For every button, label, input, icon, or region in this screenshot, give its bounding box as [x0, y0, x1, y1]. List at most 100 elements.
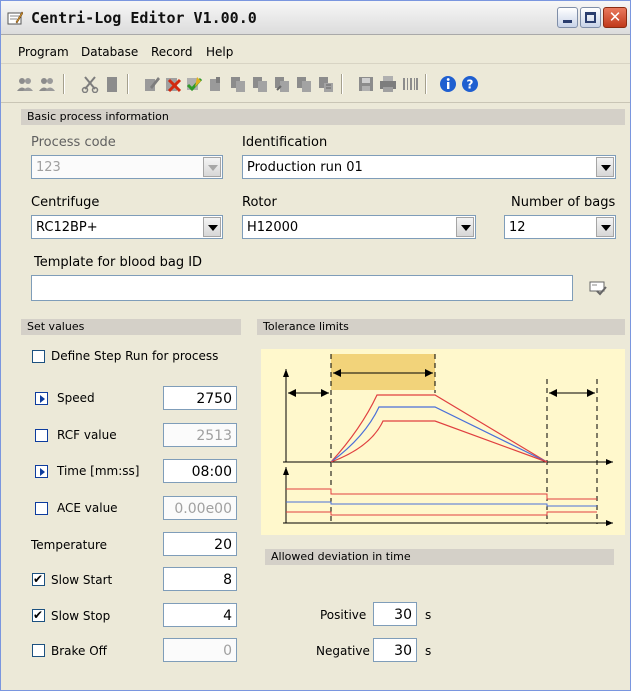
users-icon[interactable]: [16, 75, 34, 93]
rcf-square-icon[interactable]: [35, 429, 48, 442]
identification-value: Production run 01: [247, 160, 363, 175]
template-edit-icon[interactable]: [589, 278, 607, 296]
brake-off-checkbox[interactable]: [32, 644, 45, 657]
validate-icon[interactable]: [185, 75, 203, 93]
slow-stop-label: Slow Stop: [51, 609, 111, 623]
doc-arrow-icon[interactable]: [273, 75, 291, 93]
rcf-label: RCF value: [57, 428, 117, 442]
identification-combo[interactable]: Production run 01: [242, 155, 616, 179]
rcf-input: 2513: [163, 423, 237, 447]
ace-label: ACE value: [57, 501, 118, 515]
lower-limit-curve: [330, 420, 548, 463]
process-code-value: 123: [36, 160, 61, 175]
basic-info-header: Basic process information: [21, 109, 625, 125]
toolbar: ?: [1, 65, 630, 103]
time-play-icon[interactable]: [35, 465, 48, 478]
users-disabled-icon[interactable]: [38, 75, 56, 93]
brake-off-label: Brake Off: [51, 644, 107, 658]
title-bar[interactable]: Centri-Log Editor V1.00.0 ✕: [1, 1, 630, 35]
slow-start-value: 8: [223, 572, 232, 588]
negative-input[interactable]: 30: [373, 638, 417, 662]
app-icon: [7, 11, 23, 25]
brake-off-input: 0: [163, 638, 237, 662]
menu-program[interactable]: Program: [18, 45, 69, 59]
set-values-header: Set values: [21, 319, 241, 335]
centrifuge-combo[interactable]: RC12BP+: [31, 215, 223, 239]
axis-arrow-icon: [606, 520, 613, 526]
temperature-value: 20: [214, 537, 232, 553]
window-title: Centri-Log Editor V1.00.0: [31, 9, 257, 27]
chevron-down-icon[interactable]: [596, 157, 614, 177]
maximize-button[interactable]: [580, 7, 601, 28]
rotor-combo[interactable]: H12000: [242, 215, 476, 239]
close-icon: ✕: [608, 8, 622, 26]
speed-play-icon[interactable]: [35, 392, 48, 405]
minimize-button[interactable]: [557, 7, 578, 28]
negative-unit: s: [425, 644, 432, 658]
rotor-value: H12000: [247, 220, 299, 235]
tolerance-diagram: [261, 349, 625, 535]
axis-arrow-icon: [283, 467, 289, 475]
delete-icon[interactable]: [164, 75, 182, 93]
ace-square-icon[interactable]: [35, 502, 48, 515]
menu-record[interactable]: Record: [151, 45, 192, 59]
info-icon[interactable]: [439, 75, 457, 93]
minimize-icon: [563, 20, 572, 23]
time-input[interactable]: 08:00: [163, 459, 237, 483]
app-window: Centri-Log Editor V1.00.0 ✕ Program Data…: [0, 0, 631, 691]
define-step-checkbox[interactable]: [32, 350, 45, 363]
help-icon[interactable]: ?: [461, 75, 479, 93]
clipboard-icon[interactable]: [103, 75, 121, 93]
doc-copy2-icon[interactable]: [251, 75, 269, 93]
time-window-highlight: [331, 354, 435, 390]
bags-combo[interactable]: 12: [504, 215, 616, 239]
centrifuge-label: Centrifuge: [31, 195, 100, 210]
temp-lower-band: [286, 511, 597, 516]
chevron-down-icon[interactable]: [596, 217, 614, 237]
doc-stack-icon[interactable]: [295, 75, 313, 93]
process-code-label: Process code: [31, 135, 116, 150]
copy-doc-icon[interactable]: [229, 75, 247, 93]
temp-nominal-band: [286, 501, 597, 507]
template-input[interactable]: [31, 275, 573, 301]
slow-start-label: Slow Start: [51, 573, 113, 587]
temperature-input[interactable]: 20: [163, 532, 237, 556]
edit-doc-icon[interactable]: [207, 75, 225, 93]
close-button[interactable]: ✕: [603, 7, 627, 28]
ace-value: 0.00e00: [174, 501, 232, 517]
slow-start-checkbox[interactable]: [32, 571, 45, 588]
brake-off-value: 0: [223, 643, 232, 659]
positive-unit: s: [425, 608, 432, 622]
slow-stop-checkbox[interactable]: [32, 607, 45, 624]
axis-arrow-icon: [606, 459, 613, 465]
edit-icon[interactable]: [143, 75, 161, 93]
svg-text:?: ?: [467, 78, 474, 92]
print-icon[interactable]: [379, 75, 397, 93]
define-step-label: Define Step Run for process: [51, 349, 219, 363]
save-icon[interactable]: [357, 75, 375, 93]
chevron-down-icon[interactable]: [456, 217, 474, 237]
identification-label: Identification: [242, 135, 328, 150]
slow-stop-input[interactable]: 4: [163, 603, 237, 627]
chevron-down-icon: [203, 157, 221, 177]
speed-label: Speed: [57, 391, 95, 405]
doc-grid-icon[interactable]: [317, 75, 335, 93]
temp-upper-band: [286, 488, 597, 500]
menu-help[interactable]: Help: [206, 45, 233, 59]
bags-label: Number of bags: [511, 195, 616, 210]
menu-database[interactable]: Database: [81, 45, 138, 59]
cut-icon[interactable]: [81, 75, 99, 93]
speed-input[interactable]: 2750: [163, 386, 237, 410]
negative-label: Negative: [316, 644, 370, 658]
menu-bar: Program Database Record Help: [1, 36, 630, 64]
chevron-down-icon[interactable]: [203, 217, 221, 237]
rotor-label: Rotor: [242, 195, 277, 210]
tolerance-diagram-svg: [283, 354, 613, 526]
time-value: 08:00: [191, 464, 232, 480]
positive-input[interactable]: 30: [373, 602, 417, 626]
slow-start-input[interactable]: 8: [163, 567, 237, 591]
tolerance-header: Tolerance limits: [257, 319, 625, 335]
process-code-combo: 123: [31, 155, 223, 179]
barcode-icon[interactable]: [401, 75, 419, 93]
toolbar-separator: [63, 74, 65, 94]
